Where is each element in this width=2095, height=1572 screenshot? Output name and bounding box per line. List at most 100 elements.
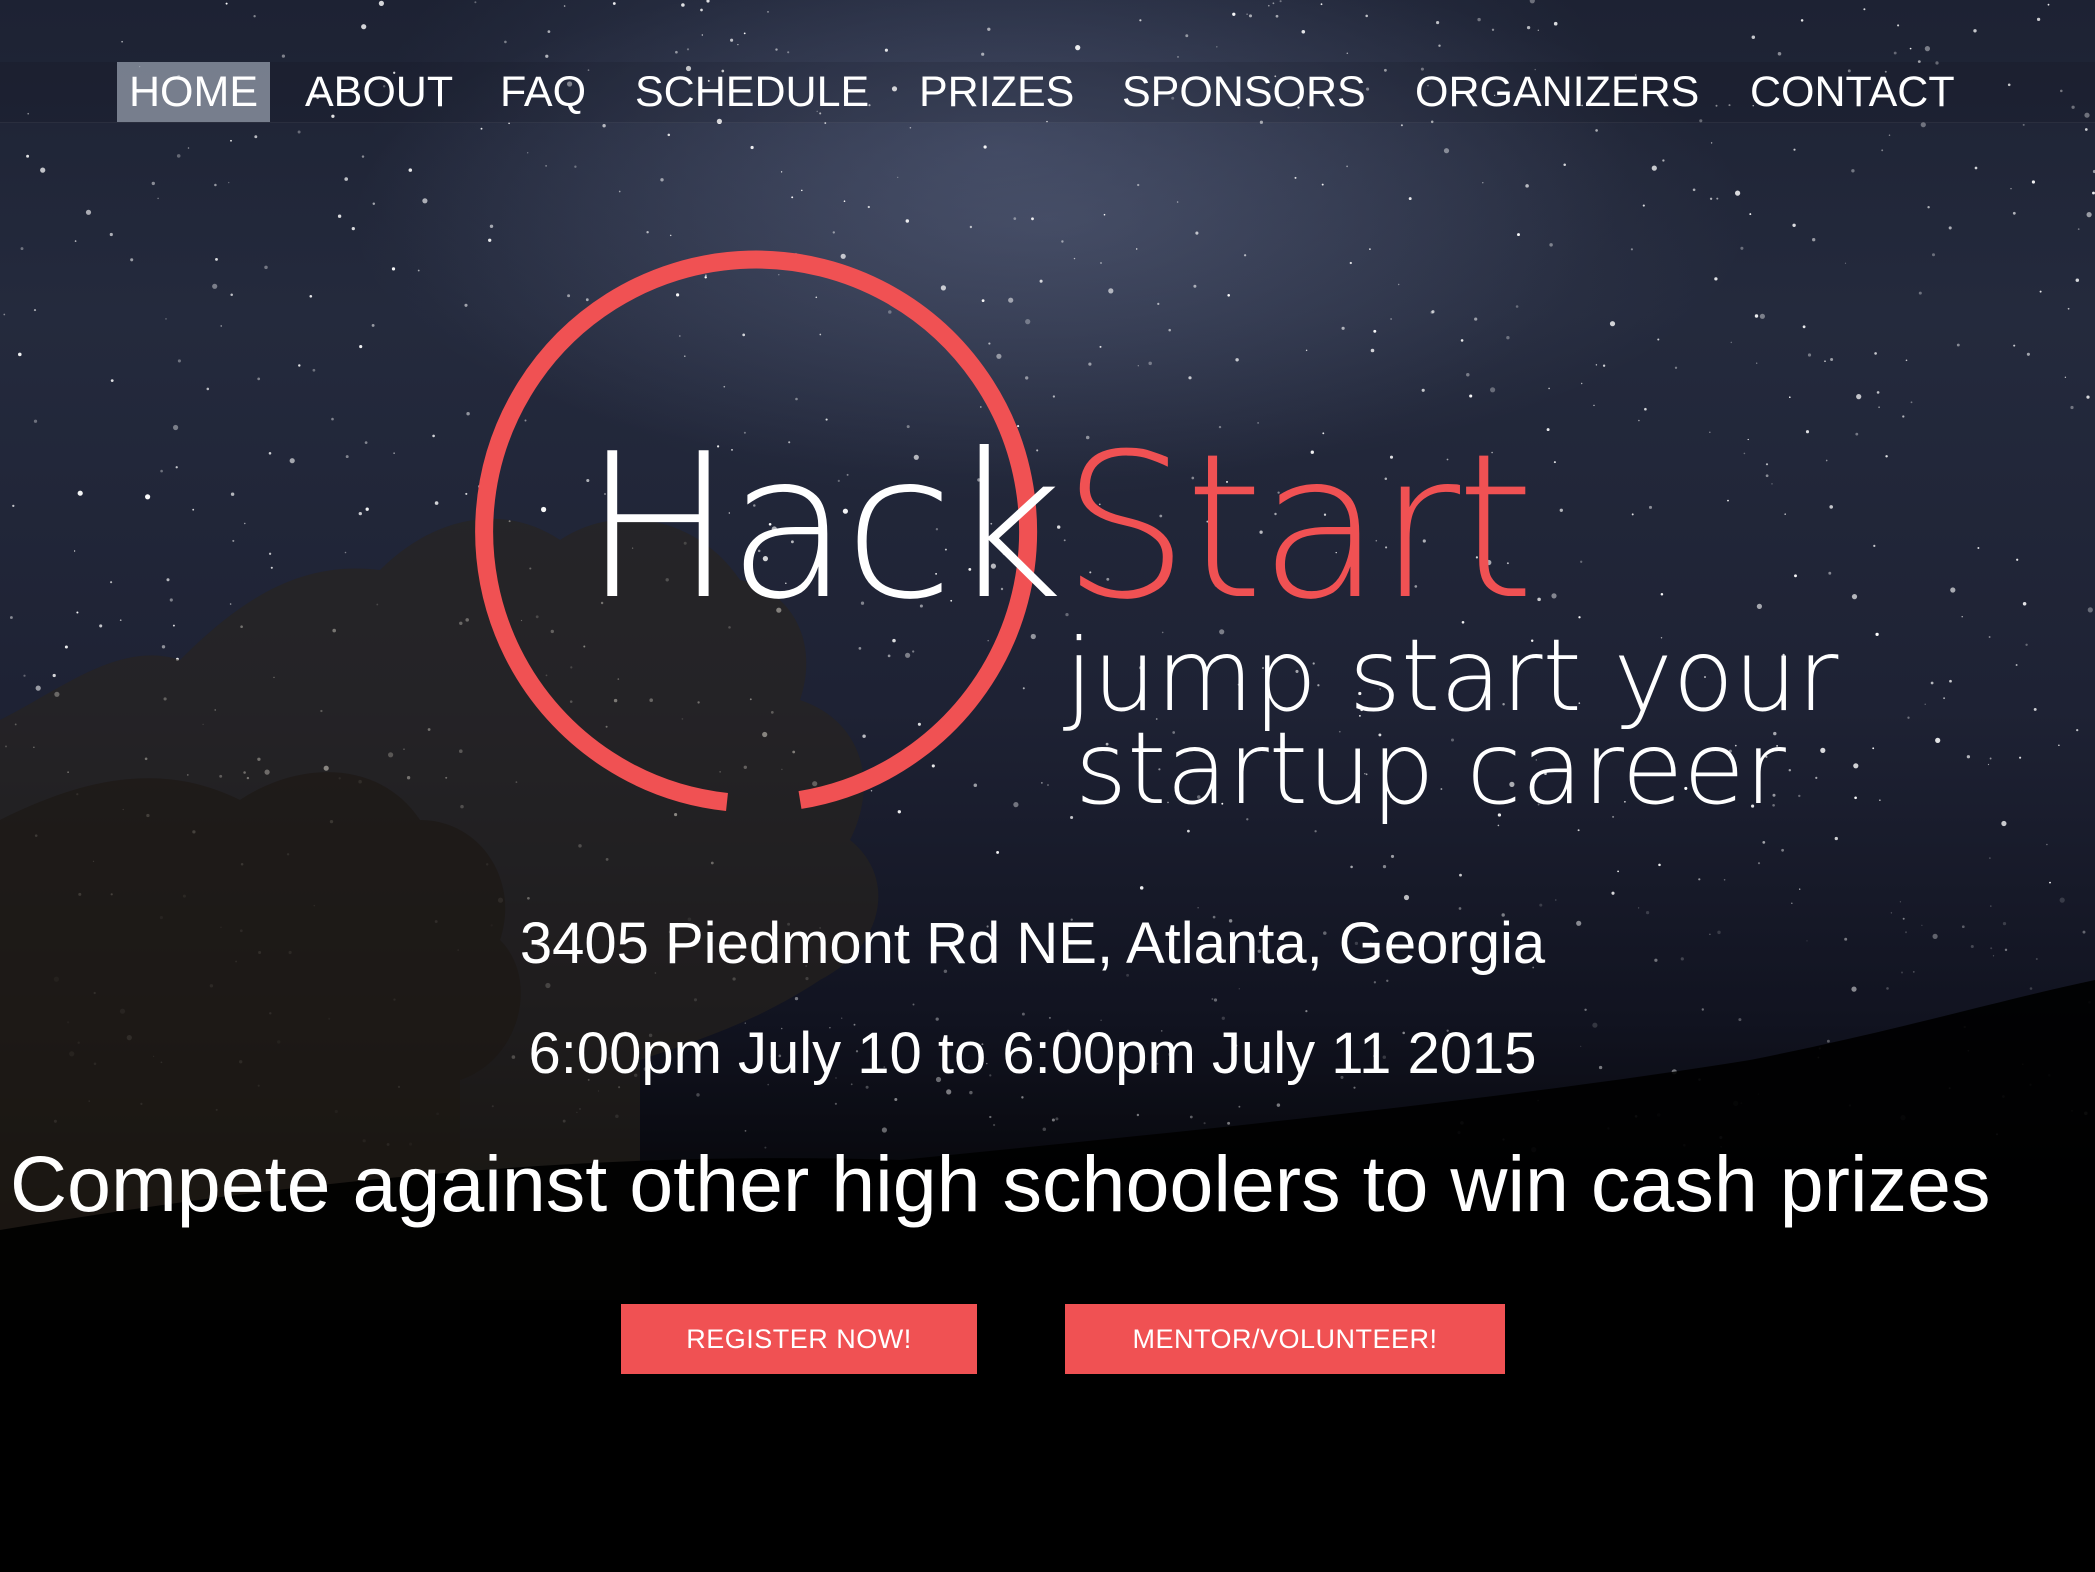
star (1137, 183, 1140, 187)
star (2047, 3, 2050, 6)
nav-item-prizes[interactable]: PRIZES (907, 62, 1086, 122)
nav-item-schedule[interactable]: SCHEDULE (623, 62, 881, 122)
star (1187, 829, 1190, 833)
star (2067, 307, 2070, 310)
star (1055, 1117, 1059, 1121)
star (1658, 863, 1661, 867)
star (1611, 891, 1615, 895)
star (1386, 979, 1389, 982)
star (23, 674, 26, 677)
star (1294, 176, 1297, 179)
star (1799, 888, 1801, 890)
star (175, 466, 178, 469)
star (73, 550, 76, 552)
star (1272, 2, 1275, 5)
star (151, 181, 155, 186)
star (1491, 28, 1495, 31)
star (881, 1127, 888, 1133)
star (1320, 3, 1323, 6)
top-navigation: HOME ABOUT FAQ SCHEDULE PRIZES SPONSORS … (0, 62, 2095, 123)
star (351, 226, 355, 231)
star (701, 34, 703, 36)
nav-item-organizers[interactable]: ORGANIZERS (1403, 62, 1711, 122)
star (434, 501, 439, 505)
star (1227, 1121, 1231, 1125)
star (667, 133, 671, 137)
star (1238, 988, 1240, 990)
star (2049, 881, 2051, 884)
star (1139, 19, 1142, 22)
star (969, 1090, 973, 1095)
star (1203, 1122, 1206, 1125)
star (110, 581, 113, 584)
star (1881, 149, 1884, 152)
star (1537, 29, 1539, 31)
star (1584, 1008, 1587, 1011)
star (775, 48, 778, 51)
register-button[interactable]: REGISTER NOW! (621, 1304, 977, 1374)
star (1988, 636, 1991, 638)
star (1216, 46, 1218, 48)
star (1800, 19, 1804, 22)
nav-item-contact[interactable]: CONTACT (1738, 62, 1967, 122)
star (52, 673, 56, 678)
star (187, 147, 190, 149)
star (1526, 25, 1531, 30)
star (1749, 213, 1752, 216)
star (1477, 17, 1481, 22)
star (1793, 148, 1796, 151)
mentor-volunteer-button[interactable]: MENTOR/VOLUNTEER! (1065, 1304, 1505, 1374)
star (1211, 998, 1214, 1000)
nav-item-home[interactable]: HOME (117, 62, 270, 122)
star (359, 345, 363, 349)
star (2022, 123, 2025, 126)
star (1443, 148, 1450, 154)
star (1716, 197, 1719, 200)
star (74, 240, 77, 242)
star (2076, 728, 2079, 732)
star (801, 189, 803, 192)
star (696, 1093, 700, 1097)
star (1013, 217, 1017, 220)
star (2087, 607, 2093, 613)
star (1267, 4, 1270, 7)
star (212, 283, 218, 289)
star (1751, 35, 1756, 40)
star (1525, 184, 1529, 188)
star (166, 578, 170, 582)
star (408, 168, 413, 172)
star (1365, 14, 1368, 18)
star (1872, 747, 1875, 750)
star (391, 267, 396, 271)
star (545, 54, 549, 58)
event-pitch: Compete against other high schoolers to … (10, 1139, 1991, 1228)
star (344, 551, 347, 554)
star (987, 27, 991, 31)
star (946, 1089, 952, 1095)
star (1459, 873, 1462, 877)
star (364, 441, 368, 444)
star (169, 598, 173, 602)
star (1177, 56, 1179, 58)
star (780, 171, 783, 173)
star (230, 492, 235, 496)
nav-item-sponsors[interactable]: SPONSORS (1110, 62, 1378, 122)
star (618, 190, 621, 193)
star (2022, 602, 2027, 606)
star (1851, 986, 1857, 992)
star (1905, 359, 1908, 362)
nav-item-about[interactable]: ABOUT (293, 62, 465, 122)
star (1305, 1010, 1308, 1013)
nav-item-faq[interactable]: FAQ (488, 62, 598, 122)
star (750, 145, 754, 150)
star (1246, 13, 1248, 15)
star (160, 469, 163, 473)
star (602, 124, 606, 128)
star (1879, 799, 1881, 801)
star (1103, 213, 1106, 216)
star (996, 850, 1000, 854)
star (1910, 401, 1913, 404)
star (2039, 290, 2042, 293)
star (675, 50, 678, 54)
star (40, 167, 46, 173)
